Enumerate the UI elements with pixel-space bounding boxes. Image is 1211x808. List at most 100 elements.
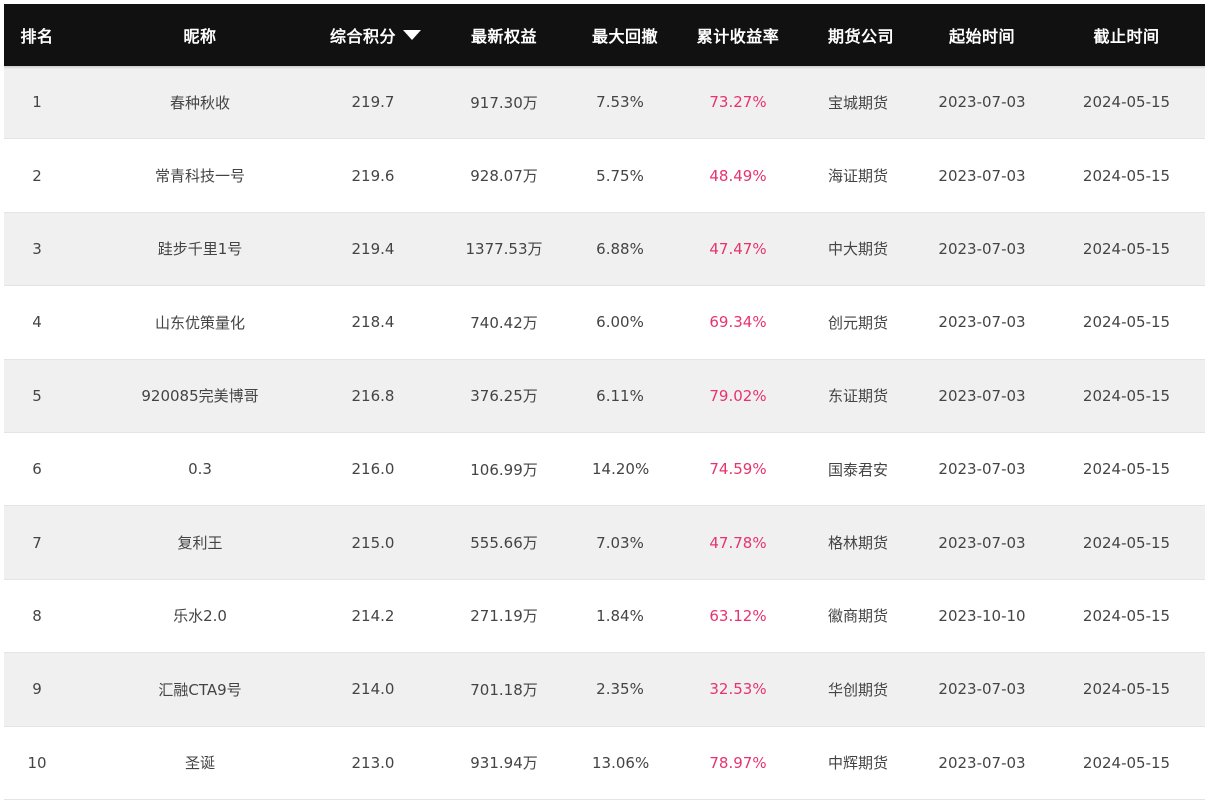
equity-cell: 555.66万 [470,534,538,553]
column-header-drawdown[interactable]: 最大回撤 [592,23,658,47]
equity-cell: 1377.53万 [465,240,543,259]
equity-cell: 376.25万 [470,387,538,406]
column-header-end[interactable]: 截止时间 [1080,23,1173,47]
table-row[interactable]: 2 常青科技一号 219.6 928.07万 5.75% 48.49% 海证期货 2023-0… [4,139,1205,213]
end-date-cell: 2024-05-15 [1082,239,1171,258]
table-row[interactable]: 10 圣诞 213.0 931.94万 13.06% 78.97% 中辉期货 2023-07-… [4,726,1205,800]
rank-cell: 6 [32,460,42,479]
table-row[interactable]: 5 920085完美博哥 216.8 376.25万 6.11% 79.02% 东证期货 20… [4,359,1205,433]
broker-cell: 中辉期货 [828,754,889,773]
table-row[interactable]: 8 乐水2.0 214.2 271.19万 1.84% 63.12% 徽商期货 2023-10… [4,579,1205,654]
drawdown-cell: 14.20% [592,460,650,479]
end-date-cell: 2024-05-15 [1082,533,1171,552]
end-date-cell: 2024-05-15 [1082,680,1171,699]
equity-cell: 931.94万 [470,754,538,773]
equity-cell: 740.42万 [470,313,538,332]
drawdown-cell: 2.35% [596,680,644,699]
column-header-equity[interactable]: 最新权益 [416,23,592,47]
table-row[interactable]: 3 跬步千里1号 219.4 1377.53万 6.88% 47.47% 中大期货 2023-… [4,212,1205,287]
end-date-cell: 2024-05-15 [1082,313,1171,332]
score-cell: 214.0 [351,680,395,699]
return-cell: 48.49% [709,166,767,185]
return-cell: 32.53% [709,680,767,699]
start-date-cell: 2023-07-03 [938,313,1026,332]
return-cell: 73.27% [709,93,767,112]
column-header-rank[interactable]: 排名 [4,23,70,47]
name-cell: 常青科技一号 [154,167,245,186]
score-cell: 219.7 [351,93,395,112]
table-row[interactable]: 6 0.3 216.0 106.99万 14.20% 74.59% 国泰君安 2023-07-… [4,432,1205,507]
drawdown-cell: 6.00% [596,313,644,332]
rank-cell: 4 [32,313,42,332]
drawdown-cell: 6.88% [596,239,644,258]
column-header-start[interactable]: 起始时间 [884,23,1080,47]
equity-cell: 928.07万 [470,167,538,186]
header-shadow [4,66,1205,69]
broker-cell: 中大期货 [828,240,889,259]
broker-cell: 国泰君安 [828,460,889,479]
rank-cell: 1 [32,93,42,112]
rank-cell: 2 [32,166,42,185]
score-cell: 214.2 [351,606,395,625]
equity-cell: 271.19万 [470,607,538,626]
end-date-cell: 2024-05-15 [1082,460,1171,479]
return-cell: 63.12% [709,606,767,625]
end-date-cell: 2024-05-15 [1082,753,1171,772]
return-cell: 78.97% [709,753,767,772]
broker-cell: 东证期货 [828,387,889,406]
ranking-table: 排名 昵称 综合积分 最新权益 最大回撤 累计收益率 期货公司 起始时间 截止时… [4,4,1205,800]
end-date-cell: 2024-05-15 [1082,93,1171,112]
start-date-cell: 2023-07-03 [938,166,1026,185]
table-row[interactable]: 1 春种秋收 219.7 917.30万 7.53% 73.27% 宝城期货 2023-07-… [4,66,1205,140]
name-cell: 920085完美博哥 [141,387,259,406]
column-header-name[interactable]: 昵称 [70,23,330,47]
equity-cell: 917.30万 [470,93,538,112]
score-cell: 218.4 [351,313,395,332]
name-cell: 0.3 [188,460,212,479]
start-date-cell: 2023-07-03 [938,680,1026,699]
name-cell: 复利王 [177,534,223,553]
end-date-cell: 2024-05-15 [1082,606,1171,625]
return-cell: 47.78% [709,533,767,552]
column-header-score-label: 综合积分 [330,27,397,46]
drawdown-cell: 7.53% [596,93,644,112]
broker-cell: 徽商期货 [828,607,889,626]
rank-cell: 5 [32,386,42,405]
broker-cell: 华创期货 [828,680,889,699]
broker-cell: 格林期货 [828,534,889,553]
score-cell: 219.4 [351,239,395,258]
column-header-broker[interactable]: 期货公司 [828,23,894,47]
equity-cell: 701.18万 [470,680,538,699]
name-cell: 乐水2.0 [173,607,227,626]
drawdown-cell: 6.11% [596,386,644,405]
broker-cell: 宝城期货 [828,93,889,112]
broker-cell: 海证期货 [828,167,889,186]
table-row[interactable]: 4 山东优策量化 218.4 740.42万 6.00% 69.34% 创元期货 2023-0… [4,286,1205,360]
end-date-cell: 2024-05-15 [1082,386,1171,405]
start-date-cell: 2023-07-03 [938,460,1026,479]
drawdown-cell: 5.75% [596,166,644,185]
return-cell: 69.34% [709,313,767,332]
start-date-cell: 2023-07-03 [938,93,1026,112]
name-cell: 山东优策量化 [154,313,245,332]
start-date-cell: 2023-07-03 [938,753,1026,772]
column-header-return[interactable]: 累计收益率 [648,23,828,47]
score-cell: 216.8 [351,386,395,405]
table-row[interactable]: 9 汇融CTA9号 214.0 701.18万 2.35% 32.53% 华创期货 2023-… [4,653,1205,727]
score-cell: 213.0 [351,753,395,772]
score-cell: 215.0 [351,533,395,552]
return-cell: 74.59% [709,460,767,479]
return-cell: 47.47% [709,239,767,258]
drawdown-cell: 13.06% [592,753,650,772]
start-date-cell: 2023-07-03 [938,386,1026,405]
rank-cell: 3 [32,239,42,258]
rank-cell: 9 [32,680,42,699]
drawdown-cell: 1.84% [596,606,644,625]
name-cell: 春种秋收 [169,93,230,112]
table-row[interactable]: 7 复利王 215.0 555.66万 7.03% 47.78% 格林期货 2023-07-0… [4,506,1205,580]
table-header: 排名 昵称 综合积分 最新权益 最大回撤 累计收益率 期货公司 起始时间 截止时… [4,4,1205,66]
column-header-score[interactable]: 综合积分 [330,23,422,47]
rank-cell: 7 [32,533,42,552]
end-date-cell: 2024-05-15 [1082,166,1171,185]
start-date-cell: 2023-07-03 [938,239,1026,258]
